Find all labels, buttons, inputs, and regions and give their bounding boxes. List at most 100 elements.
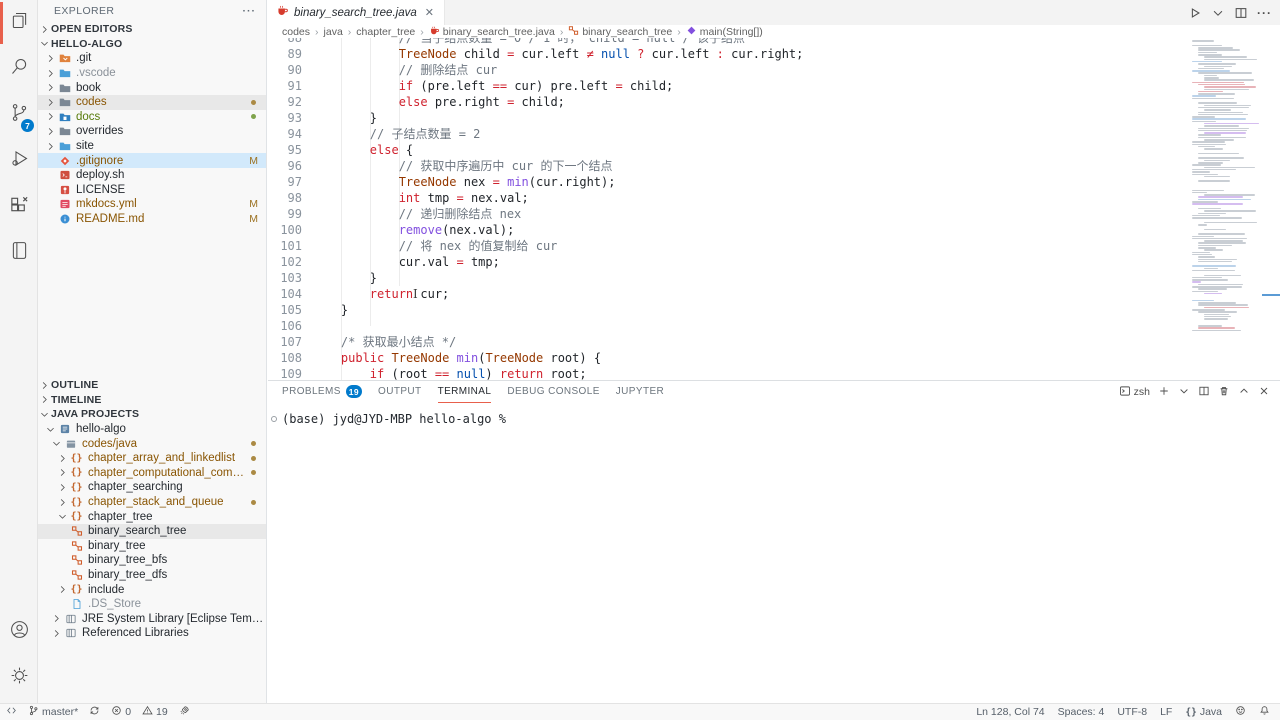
chevron-right-icon [50,627,63,640]
activity-item-extensions[interactable] [0,184,38,230]
close-panel-icon[interactable] [1258,385,1270,400]
line-number: 102 [268,254,302,270]
close-icon[interactable]: ✕ [423,6,436,19]
java-project-item-jre-system-library-eclipse-temurin-17-17[interactable]: JRE System Library [Eclipse Temurin 17 [… [38,612,266,627]
line-number: 99 [268,206,302,222]
explorer-item-overrides[interactable]: overrides [38,124,266,139]
errors[interactable]: 0 [111,705,131,719]
java-project-item-chapter-tree[interactable]: {}chapter_tree [38,509,266,524]
explorer-item-deploy-sh[interactable]: deploy.sh [38,168,266,183]
activity-item-explorer[interactable] [0,0,38,46]
breadcrumb-item-binary-search-tree[interactable]: binary_search_tree [568,25,672,39]
git-diamond-icon [57,154,72,167]
explorer-item-site[interactable]: site [38,139,266,154]
java-project-item-ds-store[interactable]: .DS_Store [38,597,266,612]
maximize-panel-icon[interactable] [1238,385,1250,400]
license-icon [57,183,72,196]
explorer-item-git[interactable]: .git [38,51,266,66]
line-content: public TreeNode min(TreeNode root) { [312,350,601,366]
explorer-item-mkdocs-yml[interactable]: mkdocs.ymlM [38,197,266,212]
java-project-item-chapter-computational-complexity[interactable]: {}chapter_computational_complexity [38,466,266,481]
panel-tab-output[interactable]: OUTPUT [378,381,422,403]
breadcrumb-item-main-string[interactable]: main(String[]) [686,25,763,39]
run-button-icon[interactable] [1188,6,1202,20]
outline-section[interactable]: OUTLINE [38,378,266,393]
run-dropdown-icon[interactable] [1211,6,1225,20]
breadcrumb-separator: › [560,26,564,38]
more-actions-icon[interactable]: ··· [243,5,257,17]
java-project-item-chapter-searching[interactable]: {}chapter_searching [38,480,266,495]
panel-tab-terminal[interactable]: TERMINAL [438,381,492,403]
java-project-item-binary-tree-dfs[interactable]: binary_tree_dfs [38,568,266,583]
eol[interactable]: LF [1160,706,1172,718]
java-project-item-codes-java[interactable]: codes/java [38,436,266,451]
more-actions[interactable]: ··· [1257,6,1272,20]
notifications[interactable] [1259,705,1270,719]
indentation[interactable]: Spaces: 4 [1058,706,1105,718]
workspace-root-section[interactable]: HELLO-ALGO [38,37,266,52]
activity-item-run-debug[interactable] [0,138,38,184]
remote-indicator[interactable] [6,705,17,719]
tab-binary-search-tree-java[interactable]: binary_search_tree.java ✕ [268,0,445,25]
line-content: // 递归删除结点 nex [312,206,521,222]
folder-gray-icon [57,96,72,109]
explorer-item-vscode[interactable]: .vscode [38,66,266,81]
feedback[interactable] [1235,705,1246,719]
timeline-section[interactable]: TIMELINE [38,393,266,408]
java-project-item-include[interactable]: {}include [38,582,266,597]
new-terminal-icon[interactable] [1158,385,1170,400]
item-label: chapter_array_and_linkedlist [88,452,247,464]
bottom-panel: PROBLEMS19 OUTPUT TERMINAL DEBUG CONSOLE JUP… [268,380,1280,703]
git-branch[interactable]: master* [28,705,78,719]
explorer-item-readme-md[interactable]: README.mdM [38,212,266,227]
explorer-item-codes[interactable]: codes [38,95,266,110]
java-project-item-hello-algo[interactable]: hello-algo [38,422,266,437]
java-project-item-binary-search-tree[interactable]: binary_search_tree [38,524,266,539]
language-mode[interactable]: {}Java [1185,706,1222,718]
code-editor[interactable]: 88 // 当子结点数量 = 0 / 1 时， child = null / 该… [268,38,1280,380]
terminal[interactable]: (base) jyd@JYD-MBP hello-algo % [268,403,1280,426]
cursor-position[interactable]: Ln 128, Col 74 [976,706,1044,718]
modified-dot-badge [251,100,256,105]
minimap[interactable] [1190,38,1262,380]
warnings[interactable]: 19 [142,705,168,719]
explorer-item-docs[interactable]: docs [38,110,266,125]
panel-tab-jupyter[interactable]: JUPYTER [616,381,664,403]
java-project-item-binary-tree[interactable]: binary_tree [38,539,266,554]
activity-item-notebook[interactable] [0,230,38,276]
activity-item-search[interactable] [0,46,38,92]
java-mode[interactable] [179,705,190,719]
terminal-dropdown-icon[interactable] [1178,385,1190,400]
explorer-item-book[interactable]: book [38,80,266,95]
line-number: 89 [268,46,302,62]
folder-gray-icon [57,125,72,138]
line-number: 101 [268,238,302,254]
kill-terminal-icon[interactable] [1218,385,1230,400]
sync-changes[interactable] [89,705,100,719]
activity-item-account[interactable] [0,609,38,655]
java-project-item-referenced-libraries[interactable]: Referenced Libraries [38,626,266,641]
panel-tab-debug-console[interactable]: DEBUG CONSOLE [507,381,599,403]
java-project-item-chapter-stack-and-queue[interactable]: {}chapter_stack_and_queue [38,495,266,510]
breadcrumb-item-chapter-tree[interactable]: chapter_tree [356,26,415,38]
command-decoration-icon [271,416,277,422]
open-editors-section[interactable]: OPEN EDITORS [38,22,266,37]
breadcrumb-item-java[interactable]: java [324,26,343,38]
activity-item-settings[interactable] [0,655,38,701]
breadcrumb-item-codes[interactable]: codes [282,26,310,38]
activity-item-source-control[interactable]: 7 [0,92,38,138]
split-terminal-icon[interactable] [1198,385,1210,400]
java-projects-section[interactable]: JAVA PROJECTS [38,407,266,422]
overview-ruler[interactable] [1262,38,1280,380]
explorer-item-license[interactable]: LICENSE [38,183,266,198]
java-project-item-binary-tree-bfs[interactable]: binary_tree_bfs [38,553,266,568]
breadcrumb-item-binary-search-tree-java[interactable]: binary_search_tree.java [429,25,555,39]
shell-select[interactable]: zsh [1119,385,1150,400]
encoding[interactable]: UTF-8 [1117,706,1147,718]
status-label: Ln 128, Col 74 [976,706,1044,718]
java-project-item-chapter-array-and-linkedlist[interactable]: {}chapter_array_and_linkedlist [38,451,266,466]
panel-tab-problems[interactable]: PROBLEMS19 [282,381,362,403]
split-editor-icon[interactable] [1234,6,1248,20]
vscode-window: 7 EXPLORER ··· OPEN EDITORSHELLO-ALGO.gi… [0,0,1280,720]
explorer-item-gitignore[interactable]: .gitignoreM [38,153,266,168]
